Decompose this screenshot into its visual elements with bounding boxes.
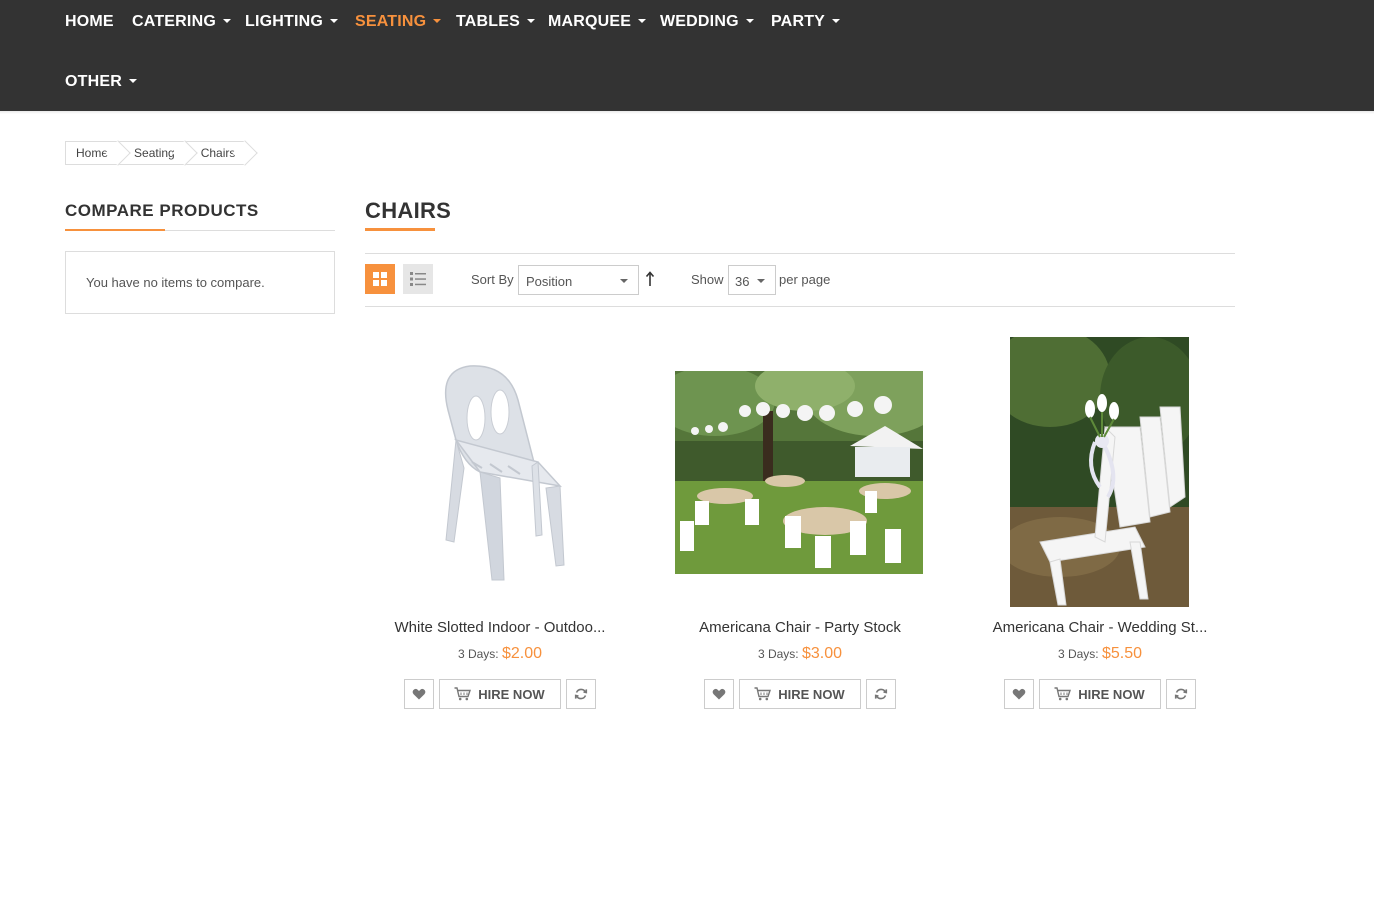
nav-item-marquee[interactable]: MARQUEE bbox=[548, 13, 647, 31]
limiter-value: 36 bbox=[735, 274, 750, 289]
product-actions: HIRE NOW bbox=[650, 679, 950, 709]
refresh-icon bbox=[874, 688, 887, 700]
sort-by-value: Position bbox=[526, 274, 573, 289]
wishlist-button[interactable] bbox=[704, 679, 735, 709]
caret-down-icon bbox=[222, 18, 231, 23]
chevron-down-icon bbox=[757, 279, 765, 283]
nav-label: LIGHTING bbox=[245, 13, 324, 30]
product-actions: HIRE NOW bbox=[950, 679, 1250, 709]
nav-label: TABLES bbox=[456, 13, 521, 30]
heart-icon bbox=[712, 688, 726, 700]
list-icon bbox=[410, 272, 426, 286]
nav-label: SEATING bbox=[355, 13, 427, 30]
show-label: Show bbox=[691, 272, 724, 287]
product-price: 3 Days: $3.00 bbox=[650, 645, 950, 663]
page-title: CHAIRS bbox=[365, 198, 452, 223]
caret-down-icon bbox=[527, 18, 536, 23]
grid-view-button[interactable] bbox=[365, 264, 395, 294]
product-price: 3 Days: $2.00 bbox=[350, 645, 650, 663]
wishlist-button[interactable] bbox=[404, 679, 435, 709]
title-underline bbox=[65, 229, 165, 231]
product-price: 3 Days: $5.50 bbox=[950, 645, 1250, 663]
product-image[interactable] bbox=[675, 371, 923, 574]
chevron-down-icon bbox=[620, 279, 628, 283]
grid-icon bbox=[373, 272, 387, 286]
nav-label: HOME bbox=[65, 13, 114, 30]
cart-icon bbox=[754, 687, 772, 701]
hire-now-button[interactable]: HIRE NOW bbox=[739, 679, 861, 709]
caret-down-icon bbox=[433, 18, 442, 23]
sort-by-select[interactable]: Position bbox=[518, 265, 639, 295]
nav-item-catering[interactable]: CATERING bbox=[132, 13, 231, 31]
compare-button[interactable] bbox=[865, 679, 896, 709]
product-card: Americana Chair - Party Stock 3 Days: $3… bbox=[650, 330, 950, 720]
price-label: 3 Days: bbox=[1057, 647, 1099, 661]
nav-item-wedding[interactable]: WEDDING bbox=[660, 13, 754, 31]
nav-label: OTHER bbox=[65, 73, 122, 90]
divider bbox=[365, 306, 1235, 307]
nav-label: CATERING bbox=[132, 13, 216, 30]
cart-icon bbox=[454, 687, 472, 701]
wedding-white-chairs-image bbox=[1010, 337, 1189, 607]
white-plastic-chair-image bbox=[444, 365, 565, 581]
compare-button[interactable] bbox=[565, 679, 596, 709]
nav-item-other[interactable]: OTHER bbox=[65, 73, 137, 91]
breadcrumb-home[interactable]: Home bbox=[65, 141, 119, 165]
product-name[interactable]: Americana Chair - Party Stock bbox=[650, 619, 950, 636]
product-name[interactable]: Americana Chair - Wedding St... bbox=[950, 619, 1250, 636]
price-amount: $2.00 bbox=[501, 645, 543, 662]
list-view-button[interactable] bbox=[403, 264, 433, 294]
hire-now-label: HIRE NOW bbox=[778, 686, 845, 702]
wishlist-button[interactable] bbox=[1004, 679, 1035, 709]
price-amount: $5.50 bbox=[1101, 645, 1143, 662]
title-underline bbox=[365, 228, 435, 231]
nav-label: MARQUEE bbox=[548, 13, 632, 30]
hire-now-button[interactable]: HIRE NOW bbox=[439, 679, 561, 709]
nav-item-tables[interactable]: TABLES bbox=[456, 13, 536, 31]
caret-down-icon bbox=[745, 18, 754, 23]
product-image[interactable] bbox=[420, 360, 580, 585]
product-image[interactable] bbox=[1010, 337, 1189, 607]
caret-down-icon bbox=[330, 18, 339, 23]
price-amount: $3.00 bbox=[801, 645, 843, 662]
divider bbox=[365, 253, 1235, 254]
cart-icon bbox=[1054, 687, 1072, 701]
nav-divider bbox=[0, 111, 1374, 114]
nav-item-seating[interactable]: SEATING bbox=[355, 13, 442, 31]
nav-label: WEDDING bbox=[660, 13, 739, 30]
price-label: 3 Days: bbox=[757, 647, 799, 661]
hire-now-label: HIRE NOW bbox=[478, 686, 545, 702]
hire-now-label: HIRE NOW bbox=[1078, 686, 1145, 702]
limiter-select[interactable]: 36 bbox=[728, 265, 776, 295]
product-name[interactable]: White Slotted Indoor - Outdoo... bbox=[350, 619, 650, 636]
nav-item-party[interactable]: PARTY bbox=[771, 13, 841, 31]
caret-down-icon bbox=[638, 18, 647, 23]
nav-item-home[interactable]: HOME bbox=[65, 13, 114, 31]
compare-empty-message: You have no items to compare. bbox=[86, 275, 265, 290]
caret-down-icon bbox=[832, 18, 841, 23]
compare-products-title: COMPARE PRODUCTS bbox=[65, 201, 259, 220]
arrow-up-icon[interactable] bbox=[644, 271, 656, 287]
breadcrumb: Home Seating Chairs bbox=[65, 141, 246, 165]
per-page-label: per page bbox=[779, 272, 831, 287]
top-navigation: HOME CATERING LIGHTING SEATING TABLES MA… bbox=[0, 0, 1374, 111]
sort-by-label: Sort By bbox=[471, 272, 514, 287]
product-card: Americana Chair - Wedding St... 3 Days: … bbox=[950, 330, 1250, 720]
product-actions: HIRE NOW bbox=[350, 679, 650, 709]
refresh-icon bbox=[574, 688, 587, 700]
nav-label: PARTY bbox=[771, 13, 826, 30]
compare-button[interactable] bbox=[1165, 679, 1196, 709]
product-card: White Slotted Indoor - Outdoo... 3 Days:… bbox=[350, 330, 650, 720]
hire-now-button[interactable]: HIRE NOW bbox=[1039, 679, 1161, 709]
refresh-icon bbox=[1174, 688, 1187, 700]
nav-item-lighting[interactable]: LIGHTING bbox=[245, 13, 339, 31]
heart-icon bbox=[412, 688, 426, 700]
caret-down-icon bbox=[129, 78, 137, 83]
price-label: 3 Days: bbox=[457, 647, 499, 661]
heart-icon bbox=[1012, 688, 1026, 700]
compare-products-box: You have no items to compare. bbox=[65, 251, 335, 314]
garden-party-chairs-image bbox=[675, 371, 923, 574]
